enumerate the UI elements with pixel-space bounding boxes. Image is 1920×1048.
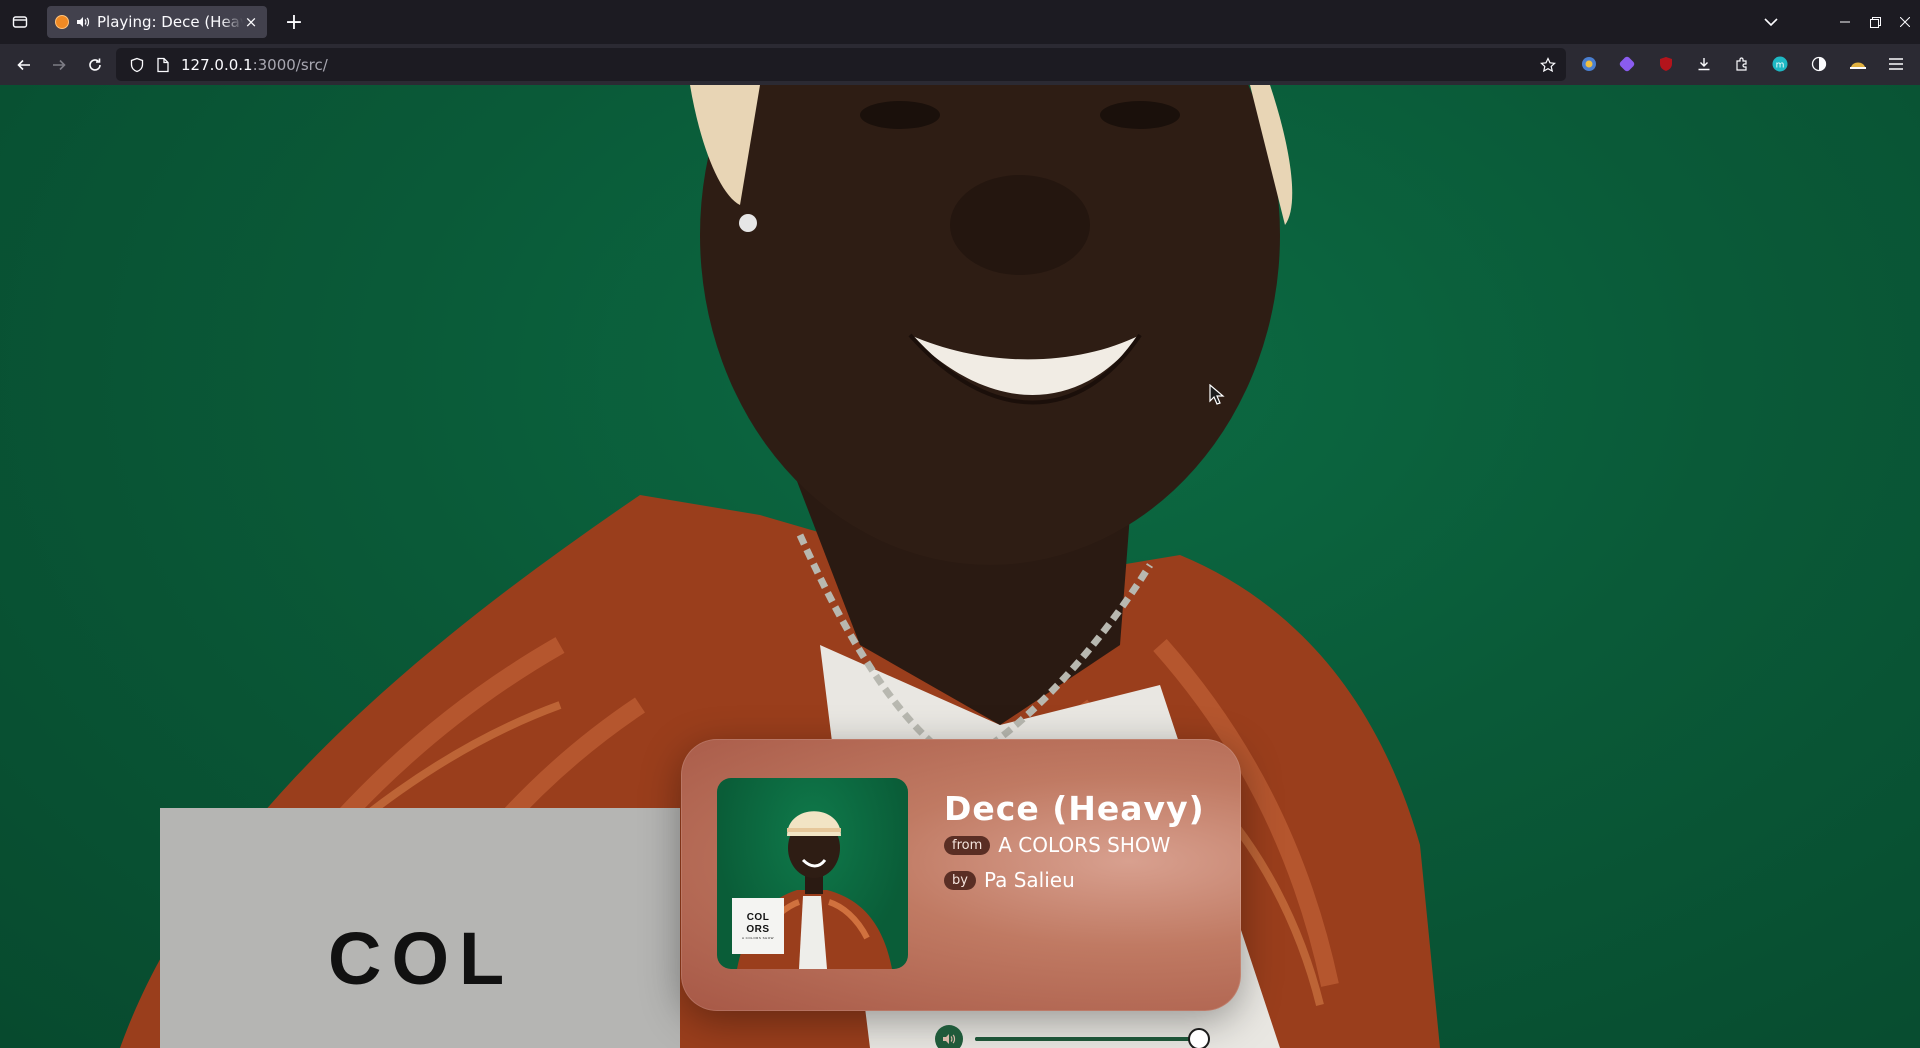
new-tab-button[interactable]: + xyxy=(278,6,310,38)
tab-close-icon[interactable]: × xyxy=(243,13,259,31)
artist-name: Pa Salieu xyxy=(983,868,1075,892)
url-host: 127.0.0.1 xyxy=(181,56,253,74)
window-controls xyxy=(1830,0,1920,44)
address-bar[interactable]: 127.0.0.1:3000/src/ xyxy=(116,48,1566,81)
background-colors-text: COL xyxy=(328,917,515,1000)
volume-slider-thumb[interactable] xyxy=(1188,1028,1210,1048)
album-label-line1: COL xyxy=(746,911,770,923)
now-playing-card: COL ORS A COLORS SHOW Dece (Heavy) from … xyxy=(681,739,1241,1048)
firefox-view-icon[interactable] xyxy=(0,0,40,44)
volume-slider[interactable] xyxy=(975,1028,1210,1048)
by-pill: by xyxy=(944,870,976,890)
app-menu-hamburger-icon[interactable] xyxy=(1887,55,1905,73)
navigation-toolbar: 127.0.0.1:3000/src/ m xyxy=(0,44,1920,85)
album-cover-logo: COL ORS A COLORS SHOW xyxy=(732,898,784,954)
album-label-line2: ORS xyxy=(746,923,770,935)
url-path: :3000/src/ xyxy=(252,56,328,74)
extension-teal-m-icon[interactable]: m xyxy=(1771,55,1789,73)
album-row: from A COLORS SHOW xyxy=(944,833,1170,857)
bookmark-star-icon[interactable] xyxy=(1539,56,1557,74)
back-arrow-icon[interactable] xyxy=(8,49,40,81)
downloads-icon[interactable] xyxy=(1695,55,1713,73)
list-all-tabs-icon[interactable] xyxy=(1756,7,1786,37)
svg-text:m: m xyxy=(1776,61,1785,71)
page-info-icon[interactable] xyxy=(154,56,172,74)
album-label-line3: A COLORS SHOW xyxy=(741,935,774,940)
url-text[interactable]: 127.0.0.1:3000/src/ xyxy=(181,56,328,74)
page-viewport: COL COL ORS A COLORS SHOW Dece (Heavy) f… xyxy=(0,85,1920,1048)
forward-arrow-icon[interactable] xyxy=(43,49,75,81)
browser-tab-active[interactable]: Playing: Dece (Heavy) × xyxy=(47,6,267,38)
mouse-cursor-icon xyxy=(1209,384,1225,405)
volume-speaker-icon[interactable] xyxy=(935,1025,963,1048)
dark-reader-icon[interactable] xyxy=(1810,55,1828,73)
close-window-icon[interactable] xyxy=(1890,0,1920,44)
background-colors-sign: COL xyxy=(160,808,680,1048)
site-favicon-icon xyxy=(55,15,69,29)
tab-bar: Playing: Dece (Heavy) × + xyxy=(0,0,1920,44)
reload-icon[interactable] xyxy=(79,49,111,81)
from-pill: from xyxy=(944,835,991,855)
album-cover-image: COL ORS A COLORS SHOW xyxy=(717,778,908,969)
tab-audio-playing-icon[interactable] xyxy=(76,15,90,29)
ublock-origin-icon[interactable] xyxy=(1657,55,1675,73)
extension-purple-icon[interactable] xyxy=(1618,55,1636,73)
tracking-protection-shield-icon[interactable] xyxy=(128,56,146,74)
tab-title: Playing: Dece (Heavy) xyxy=(97,13,243,31)
extension-color-icon[interactable] xyxy=(1580,55,1598,73)
album-name: A COLORS SHOW xyxy=(998,833,1171,857)
artist-row: by Pa Salieu xyxy=(944,868,1075,892)
extensions-puzzle-icon[interactable] xyxy=(1733,55,1751,73)
minimize-icon[interactable] xyxy=(1830,0,1860,44)
song-title: Dece (Heavy) xyxy=(944,789,1205,828)
extension-hat-icon[interactable] xyxy=(1849,55,1867,73)
volume-slider-fill xyxy=(975,1037,1199,1041)
restore-icon[interactable] xyxy=(1860,0,1890,44)
